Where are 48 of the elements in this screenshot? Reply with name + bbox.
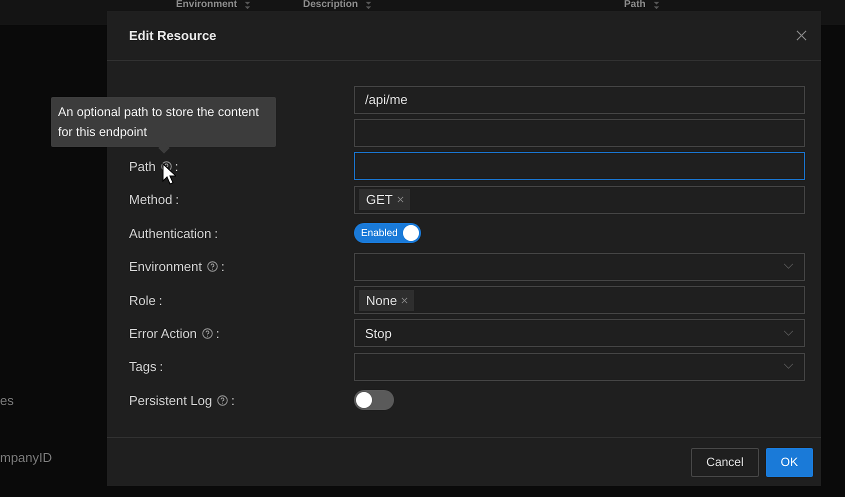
tooltip-text: An optional path to store the content for this endpoint xyxy=(58,105,259,139)
mouse-cursor-icon xyxy=(162,163,176,185)
tag-label: None xyxy=(366,292,398,308)
select-field[interactable] xyxy=(354,252,805,281)
table-cell: es xyxy=(0,393,14,408)
label-colon: : xyxy=(220,259,225,274)
toggle-switch[interactable] xyxy=(354,390,394,410)
close-icon[interactable] xyxy=(796,30,807,41)
table-cell: mpanyID xyxy=(0,450,52,465)
field-label: Environment xyxy=(129,259,202,274)
label-colon: : xyxy=(158,292,162,308)
input-field[interactable] xyxy=(354,119,805,148)
close-icon[interactable] xyxy=(396,196,404,204)
field-label: Error Action xyxy=(129,326,197,341)
label-colon: : xyxy=(159,359,164,374)
chevron-down-icon xyxy=(783,363,794,370)
select-field[interactable]: Stop xyxy=(354,319,805,348)
column-header[interactable]: Description xyxy=(303,0,374,10)
chevron-down-icon xyxy=(783,263,794,270)
help-icon[interactable] xyxy=(217,394,228,406)
dialog-title: Edit Resource xyxy=(129,28,216,43)
input-field[interactable] xyxy=(354,152,805,180)
label-colon: : xyxy=(216,326,220,341)
tag-label: GET xyxy=(366,192,393,208)
field-label: Method xyxy=(129,192,172,208)
close-icon[interactable] xyxy=(401,296,408,304)
select-field[interactable] xyxy=(354,352,805,381)
help-icon[interactable] xyxy=(160,160,172,172)
column-header[interactable]: Path xyxy=(624,0,661,10)
toggle-switch[interactable]: Enabled xyxy=(354,223,421,244)
label-colon: : xyxy=(214,226,218,241)
tag-select-field[interactable]: None xyxy=(354,286,805,314)
field-label: Tags xyxy=(129,359,156,374)
label-colon: : xyxy=(174,158,178,174)
field-label: Authentication xyxy=(129,226,212,241)
field-label: Path xyxy=(129,158,156,174)
chevron-down-icon xyxy=(783,330,794,337)
column-header[interactable]: Environment xyxy=(176,0,252,10)
input-field[interactable]: /api/me xyxy=(354,86,805,114)
field-label: Role xyxy=(129,292,156,308)
field-label: Persistent Log xyxy=(129,392,212,408)
tag-select-field[interactable]: GET xyxy=(354,186,805,214)
ok-button[interactable]: OK xyxy=(766,448,813,476)
cancel-button[interactable]: Cancel xyxy=(691,448,759,476)
help-icon[interactable] xyxy=(206,261,218,272)
help-icon[interactable] xyxy=(202,328,213,339)
label-colon: : xyxy=(175,192,179,208)
label-colon: : xyxy=(231,392,235,408)
